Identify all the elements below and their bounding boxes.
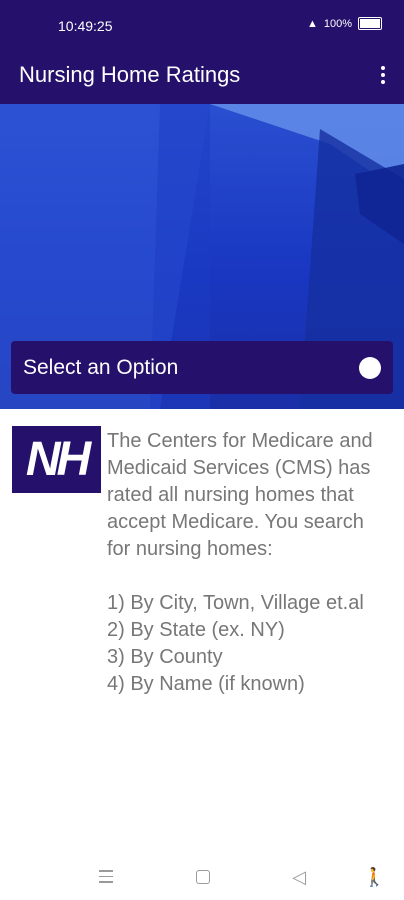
logo-text: NH xyxy=(25,433,91,486)
status-icons: ▲ 100% xyxy=(307,17,382,30)
select-option-label: Select an Option xyxy=(23,355,179,379)
hero-image: Select an Option xyxy=(0,104,404,409)
nh-logo: NH xyxy=(12,426,101,493)
app-bar: Nursing Home Ratings xyxy=(0,52,404,104)
menu-icon[interactable] xyxy=(95,866,117,888)
wifi-icon: ▲ xyxy=(306,17,318,30)
description-text: The Centers for Medicare and Medicaid Se… xyxy=(107,430,373,695)
app-title: Nursing Home Ratings xyxy=(19,62,241,87)
back-icon[interactable]: ◁ xyxy=(288,866,310,888)
system-nav-bar: ◁ 🚶 xyxy=(0,858,404,900)
status-bar: 10:49:25 ▲ 100% xyxy=(0,0,404,52)
accessibility-icon[interactable]: 🚶 xyxy=(363,866,385,888)
status-time: 10:49:25 xyxy=(58,18,113,34)
battery-label: 100% xyxy=(323,17,352,30)
battery-icon xyxy=(358,17,382,30)
select-option-dropdown[interactable]: Select an Option xyxy=(11,341,393,394)
home-icon[interactable] xyxy=(192,866,214,888)
more-vert-icon[interactable] xyxy=(376,63,390,87)
arrow-down-circle-icon xyxy=(13,343,381,379)
